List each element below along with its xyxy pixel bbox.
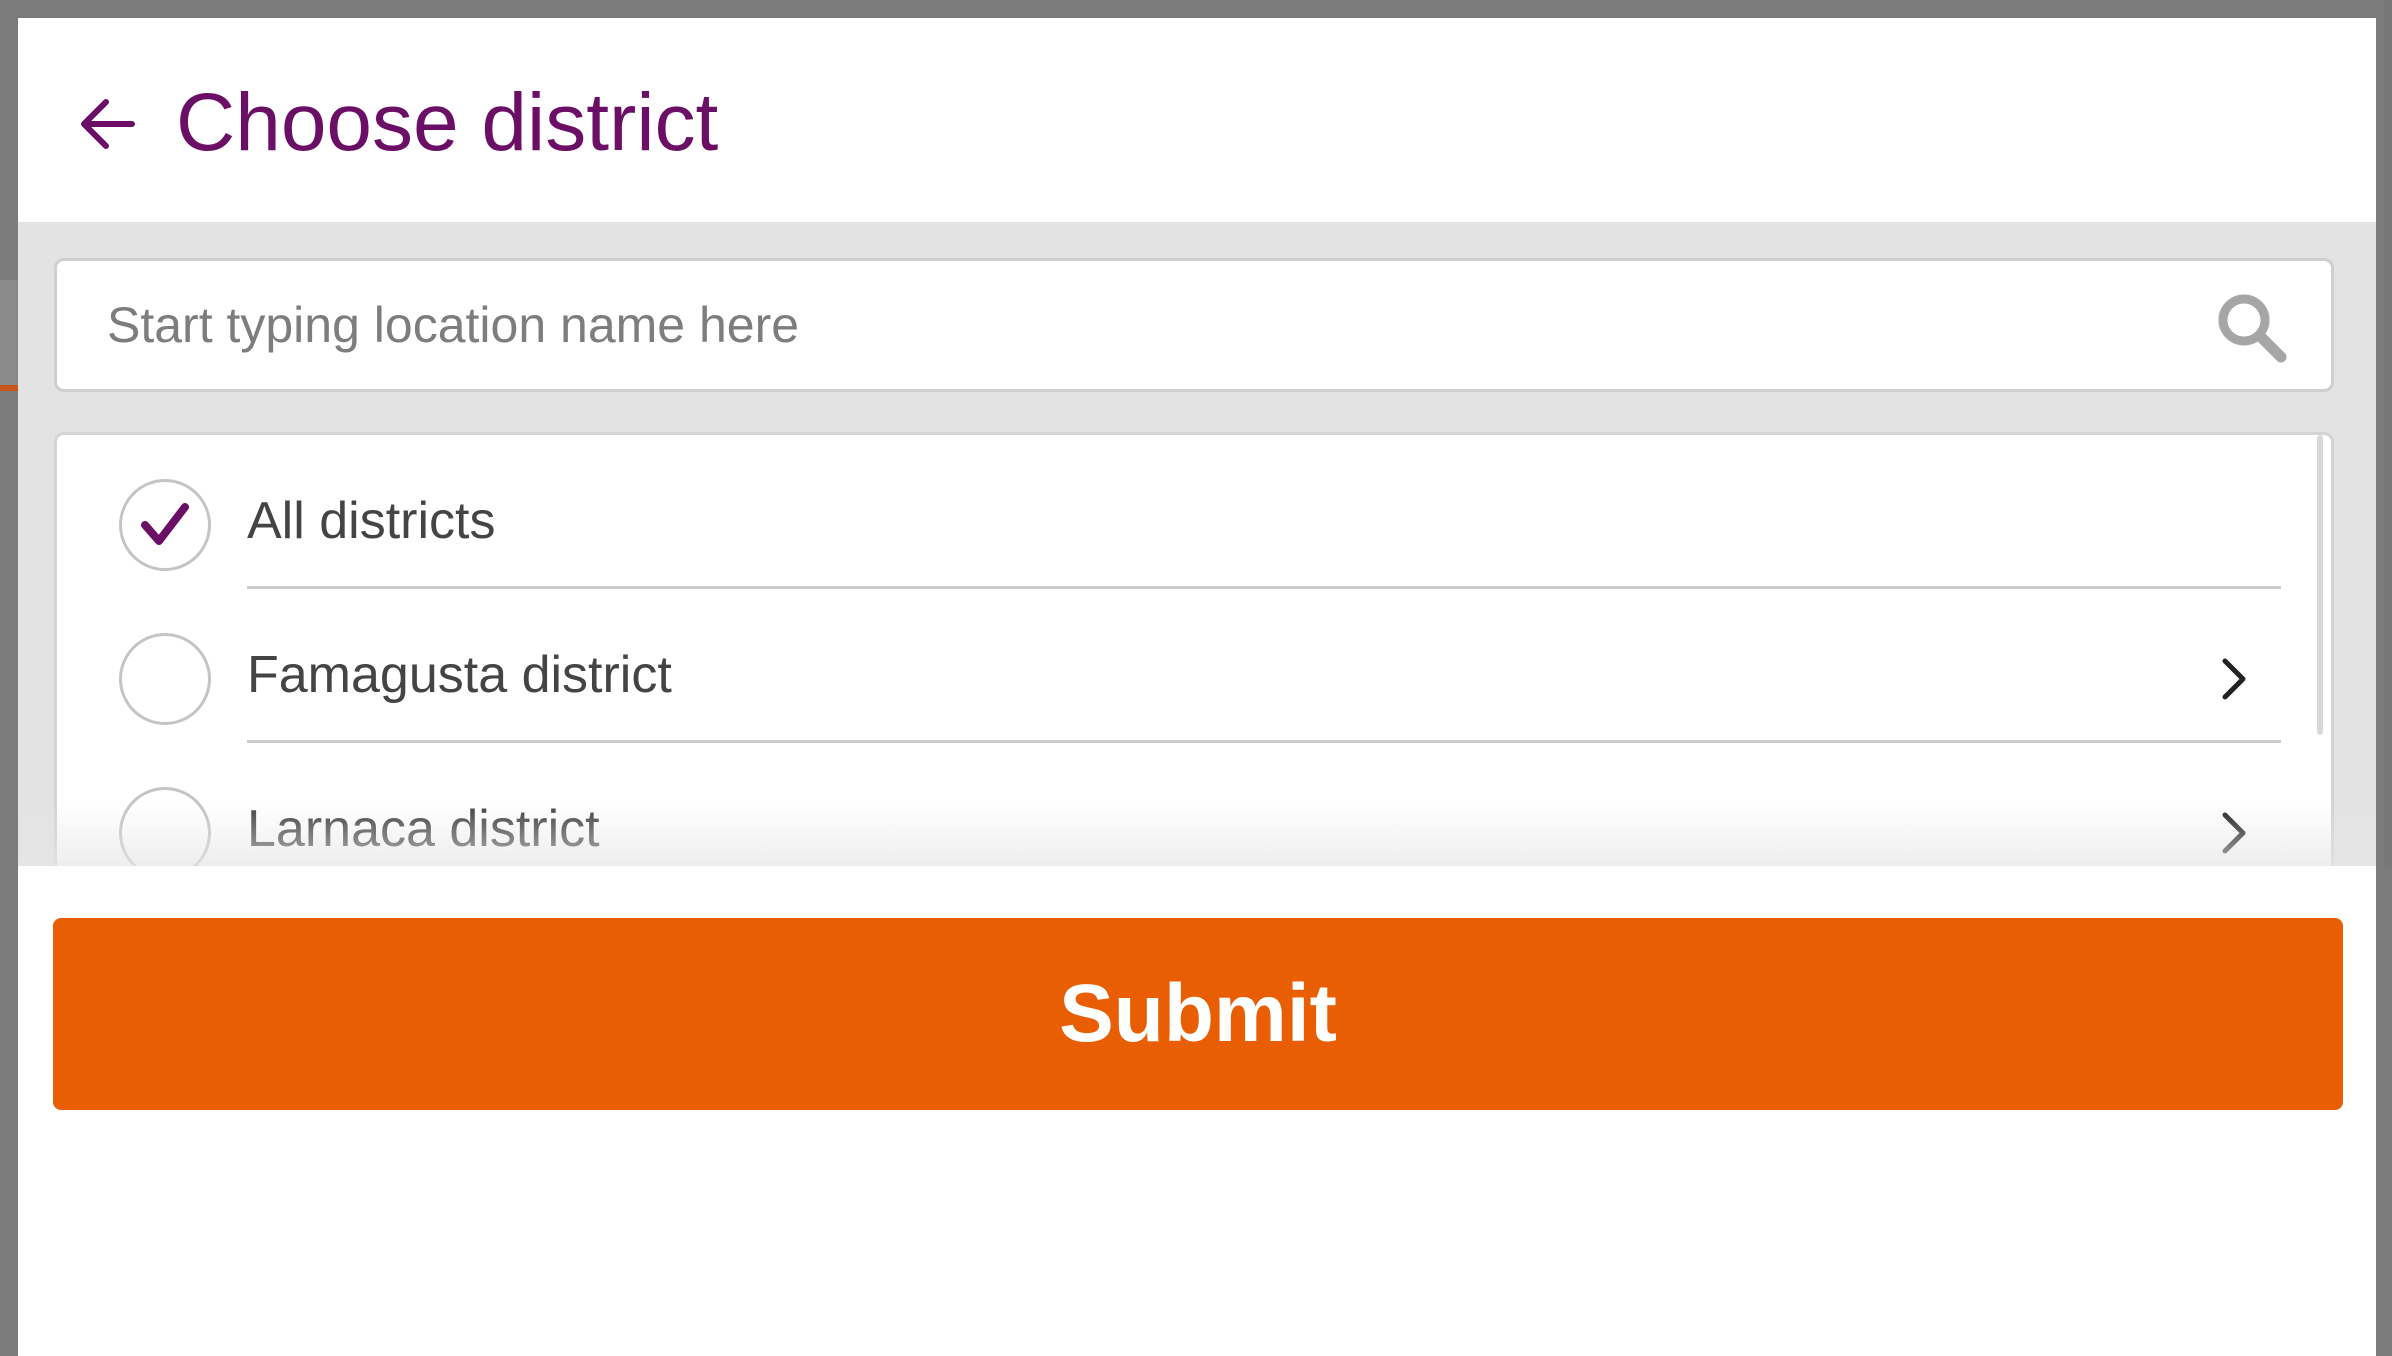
page-title: Choose district bbox=[176, 77, 719, 168]
chevron-right-icon[interactable] bbox=[2217, 809, 2251, 857]
list-item-larnaca-district[interactable]: Larnaca district bbox=[57, 743, 2331, 884]
dialog-header: Choose district bbox=[18, 18, 2376, 222]
search-input[interactable] bbox=[107, 261, 2187, 389]
chevron-right-icon[interactable] bbox=[2217, 655, 2251, 703]
background-accent bbox=[0, 385, 18, 391]
search-icon[interactable] bbox=[2213, 289, 2289, 365]
dialog-footer: Submit bbox=[18, 866, 2376, 1356]
radio-unchecked[interactable] bbox=[119, 633, 211, 725]
radio-checked[interactable] bbox=[119, 479, 211, 571]
list-item-label: Famagusta district bbox=[247, 646, 672, 704]
checkmark-icon bbox=[141, 503, 189, 545]
arrow-left-icon bbox=[81, 99, 135, 149]
background-edge bbox=[2384, 0, 2392, 865]
list-item-label: All districts bbox=[247, 492, 496, 550]
choose-district-dialog: Choose district All districts bbox=[18, 18, 2376, 1356]
submit-button[interactable]: Submit bbox=[53, 918, 2343, 1110]
list-item-label: Larnaca district bbox=[247, 800, 600, 858]
background-page bbox=[0, 280, 18, 390]
district-list: All districts Famagusta district Larnaca… bbox=[54, 432, 2334, 884]
back-button[interactable] bbox=[58, 74, 158, 174]
list-item-all-districts[interactable]: All districts bbox=[57, 435, 2331, 589]
search-box bbox=[54, 258, 2334, 392]
dialog-body: All districts Famagusta district Larnaca… bbox=[18, 222, 2376, 884]
list-item-famagusta-district[interactable]: Famagusta district bbox=[57, 589, 2331, 743]
